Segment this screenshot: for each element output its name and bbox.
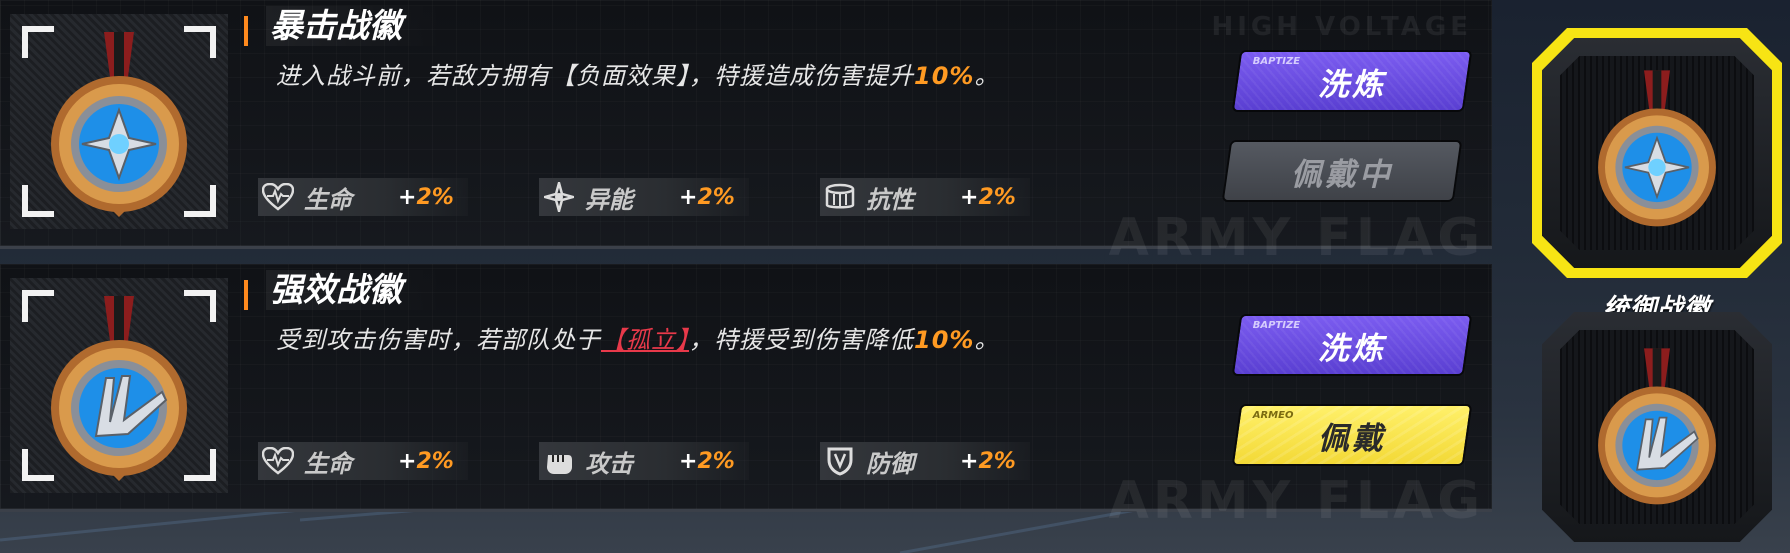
shield-icon (820, 442, 860, 480)
stat-defense: 防御 +2% (820, 442, 1030, 480)
resistance-drum-icon (820, 178, 860, 216)
emblem-title: 暴击战徽 (266, 6, 442, 46)
title-accent-bar (244, 16, 248, 46)
baptize-button[interactable]: BAPTIZE 洗炼 (1233, 52, 1471, 110)
potency-medal-icon (1598, 348, 1716, 505)
potency-medal-icon (51, 296, 187, 481)
heart-pulse-icon (258, 178, 298, 216)
emblem-card-crit: HIGH VOLTAGE ARMY FLAG 暴击战徽 进入战斗前，若敌方拥有【… (0, 0, 1492, 268)
stat-resistance: 抗性 +2% (820, 178, 1030, 216)
stat-hp: 生命 +2% (258, 442, 468, 480)
stat-ability: 异能 +2% (539, 178, 749, 216)
emblem-title: 强效战徽 (266, 270, 442, 310)
stat-hp: 生命 +2% (258, 178, 468, 216)
emblem-slot-selected[interactable] (1542, 38, 1772, 268)
isolated-status-link[interactable]: 【孤立】 (601, 326, 689, 354)
baptize-button[interactable]: BAPTIZE 洗炼 (1233, 316, 1471, 374)
equipped-button[interactable]: 佩戴中 (1223, 142, 1461, 200)
desc-percent: 10% (914, 326, 975, 354)
emblem-description: 进入战斗前，若敌方拥有【负面效果】，特援造成伤害提升10%。 (276, 62, 1000, 90)
crit-medal-icon (1598, 70, 1716, 227)
fist-icon (539, 442, 579, 480)
watermark-army-flag: ARMY FLAG (1108, 208, 1484, 268)
title-accent-bar (244, 280, 248, 310)
desc-percent: 10% (914, 62, 975, 90)
watermark-high-voltage: HIGH VOLTAGE (1211, 12, 1472, 42)
emblem-slot-command[interactable] (1542, 312, 1772, 542)
stat-attack: 攻击 +2% (539, 442, 749, 480)
emblem-description: 受到攻击伤害时，若部队处于【孤立】，特援受到伤害降低10%。 (276, 326, 1000, 354)
crit-medal-icon (51, 32, 187, 217)
medal-frame[interactable] (10, 278, 228, 493)
watermark-army-flag: ARMY FLAG (1108, 471, 1484, 531)
energy-burst-icon (539, 178, 579, 216)
equip-button[interactable]: ARMEO 佩戴 (1233, 406, 1471, 464)
heart-pulse-icon (258, 442, 298, 480)
medal-frame[interactable] (10, 14, 228, 229)
emblem-card-potency: ARMY FLAG 强效战徽 受到攻击伤害时，若部队处于【孤立】，特援受到伤害降… (0, 264, 1492, 531)
